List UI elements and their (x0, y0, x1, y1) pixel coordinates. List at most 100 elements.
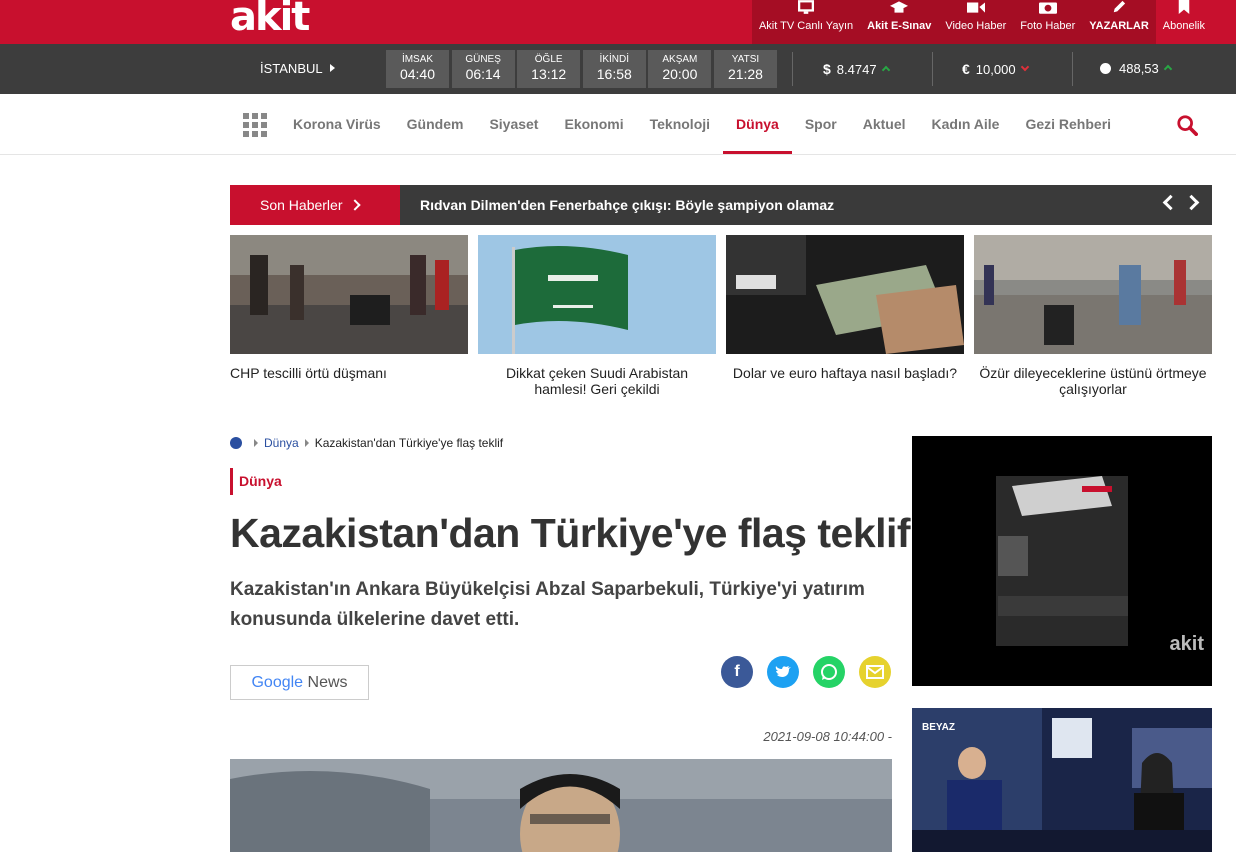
article-summary: Kazakistan'ın Ankara Büyükelçisi Abzal S… (230, 579, 865, 630)
search-icon[interactable] (1176, 114, 1198, 136)
prayer-name: ÖĞLE (534, 54, 563, 65)
globe-icon[interactable] (230, 437, 242, 449)
tv-broadcast-thumbnail (912, 708, 1212, 852)
prayer-time-aksam: AKŞAM 20:00 (648, 50, 712, 88)
prayer-currency-bar: İSTANBUL İMSAK 04:40 GÜNEŞ 06:14 ÖĞLE 13:12… (0, 44, 1236, 94)
currency-symbol: $ (823, 61, 831, 77)
topnav-label: YAZARLAR (1089, 20, 1149, 32)
chevron-right-icon[interactable] (1183, 194, 1200, 211)
breaking-news-label-text: Son Haberler (260, 197, 343, 213)
prayer-name: GÜNEŞ (465, 54, 501, 65)
email-icon (866, 665, 884, 679)
currency-dollar: $8.4747 (823, 61, 890, 77)
topnav-akit-esinav[interactable]: Akit E-Sınav (860, 0, 939, 44)
breaking-news-headline[interactable]: Rıdvan Dilmen'den Fenerbahçe çıkışı: Böy… (420, 185, 834, 225)
news-card[interactable]: Dikkat çeken Suudi Arabistan hamlesi! Ge… (478, 235, 716, 397)
prayer-name: AKŞAM (662, 54, 698, 65)
pen-icon (1113, 0, 1126, 13)
video-camera-icon (966, 2, 985, 13)
news-card-caption: CHP tescilli örtü düşmanı (230, 365, 387, 381)
topnav-yazarlar[interactable]: YAZARLAR (1082, 0, 1156, 44)
prayer-clock: 13:12 (531, 66, 567, 82)
nav-item-gezi-rehberi[interactable]: Gezi Rehberi (1012, 94, 1124, 154)
news-card-caption: Dolar ve euro haftaya nasıl başladı? (732, 365, 958, 381)
city-selector[interactable]: İSTANBUL (260, 61, 335, 76)
topnav-foto-haber[interactable]: Foto Haber (1013, 0, 1083, 44)
email-share-button[interactable] (859, 656, 891, 688)
news-card-image (230, 235, 468, 354)
main-nav: Korona Virüs Gündem Siyaset Ekonomi Tekn… (0, 94, 1236, 155)
news-card-image (726, 235, 964, 354)
top-bar: akit Akit TV Canlı Yayın Akit E-Sınav Vi… (0, 0, 1236, 44)
nav-item-spor[interactable]: Spor (792, 94, 850, 154)
top-nav: Akit TV Canlı Yayın Akit E-Sınav Video H… (751, 0, 1212, 44)
whatsapp-share-button[interactable] (813, 656, 845, 688)
breaking-news-label[interactable]: Son Haberler (230, 185, 400, 225)
trend-up-icon (881, 65, 890, 75)
whatsapp-icon (821, 664, 837, 680)
video-ad[interactable]: akit (912, 436, 1212, 686)
google-news-button[interactable]: Google News (230, 665, 369, 700)
topnav-abonelik[interactable]: Abonelik (1156, 0, 1212, 44)
nav-item-aktuel[interactable]: Aktuel (850, 94, 919, 154)
nav-items: Korona Virüs Gündem Siyaset Ekonomi Tekn… (280, 94, 1124, 154)
chevron-left-icon[interactable] (1162, 194, 1179, 211)
nav-item-dunya[interactable]: Dünya (723, 94, 792, 154)
twitter-icon (775, 666, 791, 677)
news-card[interactable]: CHP tescilli örtü düşmanı (230, 235, 468, 381)
divider (792, 52, 793, 86)
news-card[interactable]: Özür dileyeceklerine üstünü örtmeye çalı… (974, 235, 1212, 397)
share-buttons: f (721, 656, 891, 688)
bookmark-icon (1178, 0, 1190, 14)
nav-item-kadin-aile[interactable]: Kadın Aile (919, 94, 1013, 154)
article-category[interactable]: Dünya (230, 468, 282, 495)
channel-label: BEYAZ (922, 722, 955, 733)
video-thumbnail (996, 476, 1128, 646)
topnav-video-haber[interactable]: Video Haber (938, 0, 1014, 44)
prayer-time-ogle: ÖĞLE 13:12 (517, 50, 581, 88)
nav-item-korona[interactable]: Korona Virüs (280, 94, 394, 154)
currency-value: 8.4747 (836, 62, 877, 77)
akit-logo[interactable]: akit (230, 0, 310, 40)
article-date: 2021-09-08 10:44:00 - (763, 729, 892, 744)
currency-symbol: € (962, 61, 970, 77)
prayer-clock: 04:40 (399, 66, 436, 82)
news-card[interactable]: Dolar ve euro haftaya nasıl başladı? (726, 235, 964, 381)
twitter-share-button[interactable] (767, 656, 799, 688)
graduation-cap-icon (890, 1, 909, 13)
news-card-caption: Özür dileyeceklerine üstünü örtmeye çalı… (979, 365, 1207, 397)
camera-icon (1038, 2, 1057, 14)
prayer-time-yatsi: YATSI 21:28 (713, 50, 777, 88)
breadcrumb: Dünya Kazakistan'dan Türkiye'ye flaş tek… (230, 436, 503, 450)
prayer-name: YATSI (731, 54, 760, 65)
divider (932, 52, 933, 86)
nav-item-siyaset[interactable]: Siyaset (476, 94, 551, 154)
topnav-akit-tv[interactable]: Akit TV Canlı Yayın (751, 0, 861, 44)
prayer-clock: 20:00 (662, 66, 698, 82)
currency-value: 488,53 (1119, 61, 1159, 76)
nav-item-ekonomi[interactable]: Ekonomi (551, 94, 636, 154)
currency-euro: €10,000 (962, 61, 1029, 77)
divider (1072, 52, 1073, 86)
breadcrumb-section[interactable]: Dünya (264, 436, 299, 450)
trend-up-icon (1163, 64, 1173, 74)
topnav-label: Video Haber (945, 20, 1007, 32)
prayer-clock: 06:14 (465, 66, 501, 82)
prayer-clock: 16:58 (596, 66, 632, 82)
article-title: Kazakistan'dan Türkiye'ye flaş teklif (230, 510, 911, 556)
news-card-image (974, 235, 1212, 354)
google-logo: Google (251, 674, 304, 691)
nav-item-teknoloji[interactable]: Teknoloji (637, 94, 723, 154)
grid-menu-icon[interactable] (243, 113, 267, 137)
prayer-name: İKİNDİ (599, 54, 629, 65)
news-card-image (478, 235, 716, 354)
topnav-label: Foto Haber (1020, 20, 1076, 32)
chevron-right-icon (348, 199, 361, 211)
tv-ad[interactable]: BEYAZ (912, 708, 1212, 852)
facebook-share-button[interactable]: f (721, 656, 753, 688)
prayer-clock: 21:28 (727, 66, 763, 82)
breaking-news-arrows (1160, 194, 1202, 211)
nav-item-gundem[interactable]: Gündem (394, 94, 477, 154)
caret-right-icon (304, 439, 309, 447)
prayer-times: İMSAK 04:40 GÜNEŞ 06:14 ÖĞLE 13:12 İKİNDİ 16… (386, 50, 780, 88)
